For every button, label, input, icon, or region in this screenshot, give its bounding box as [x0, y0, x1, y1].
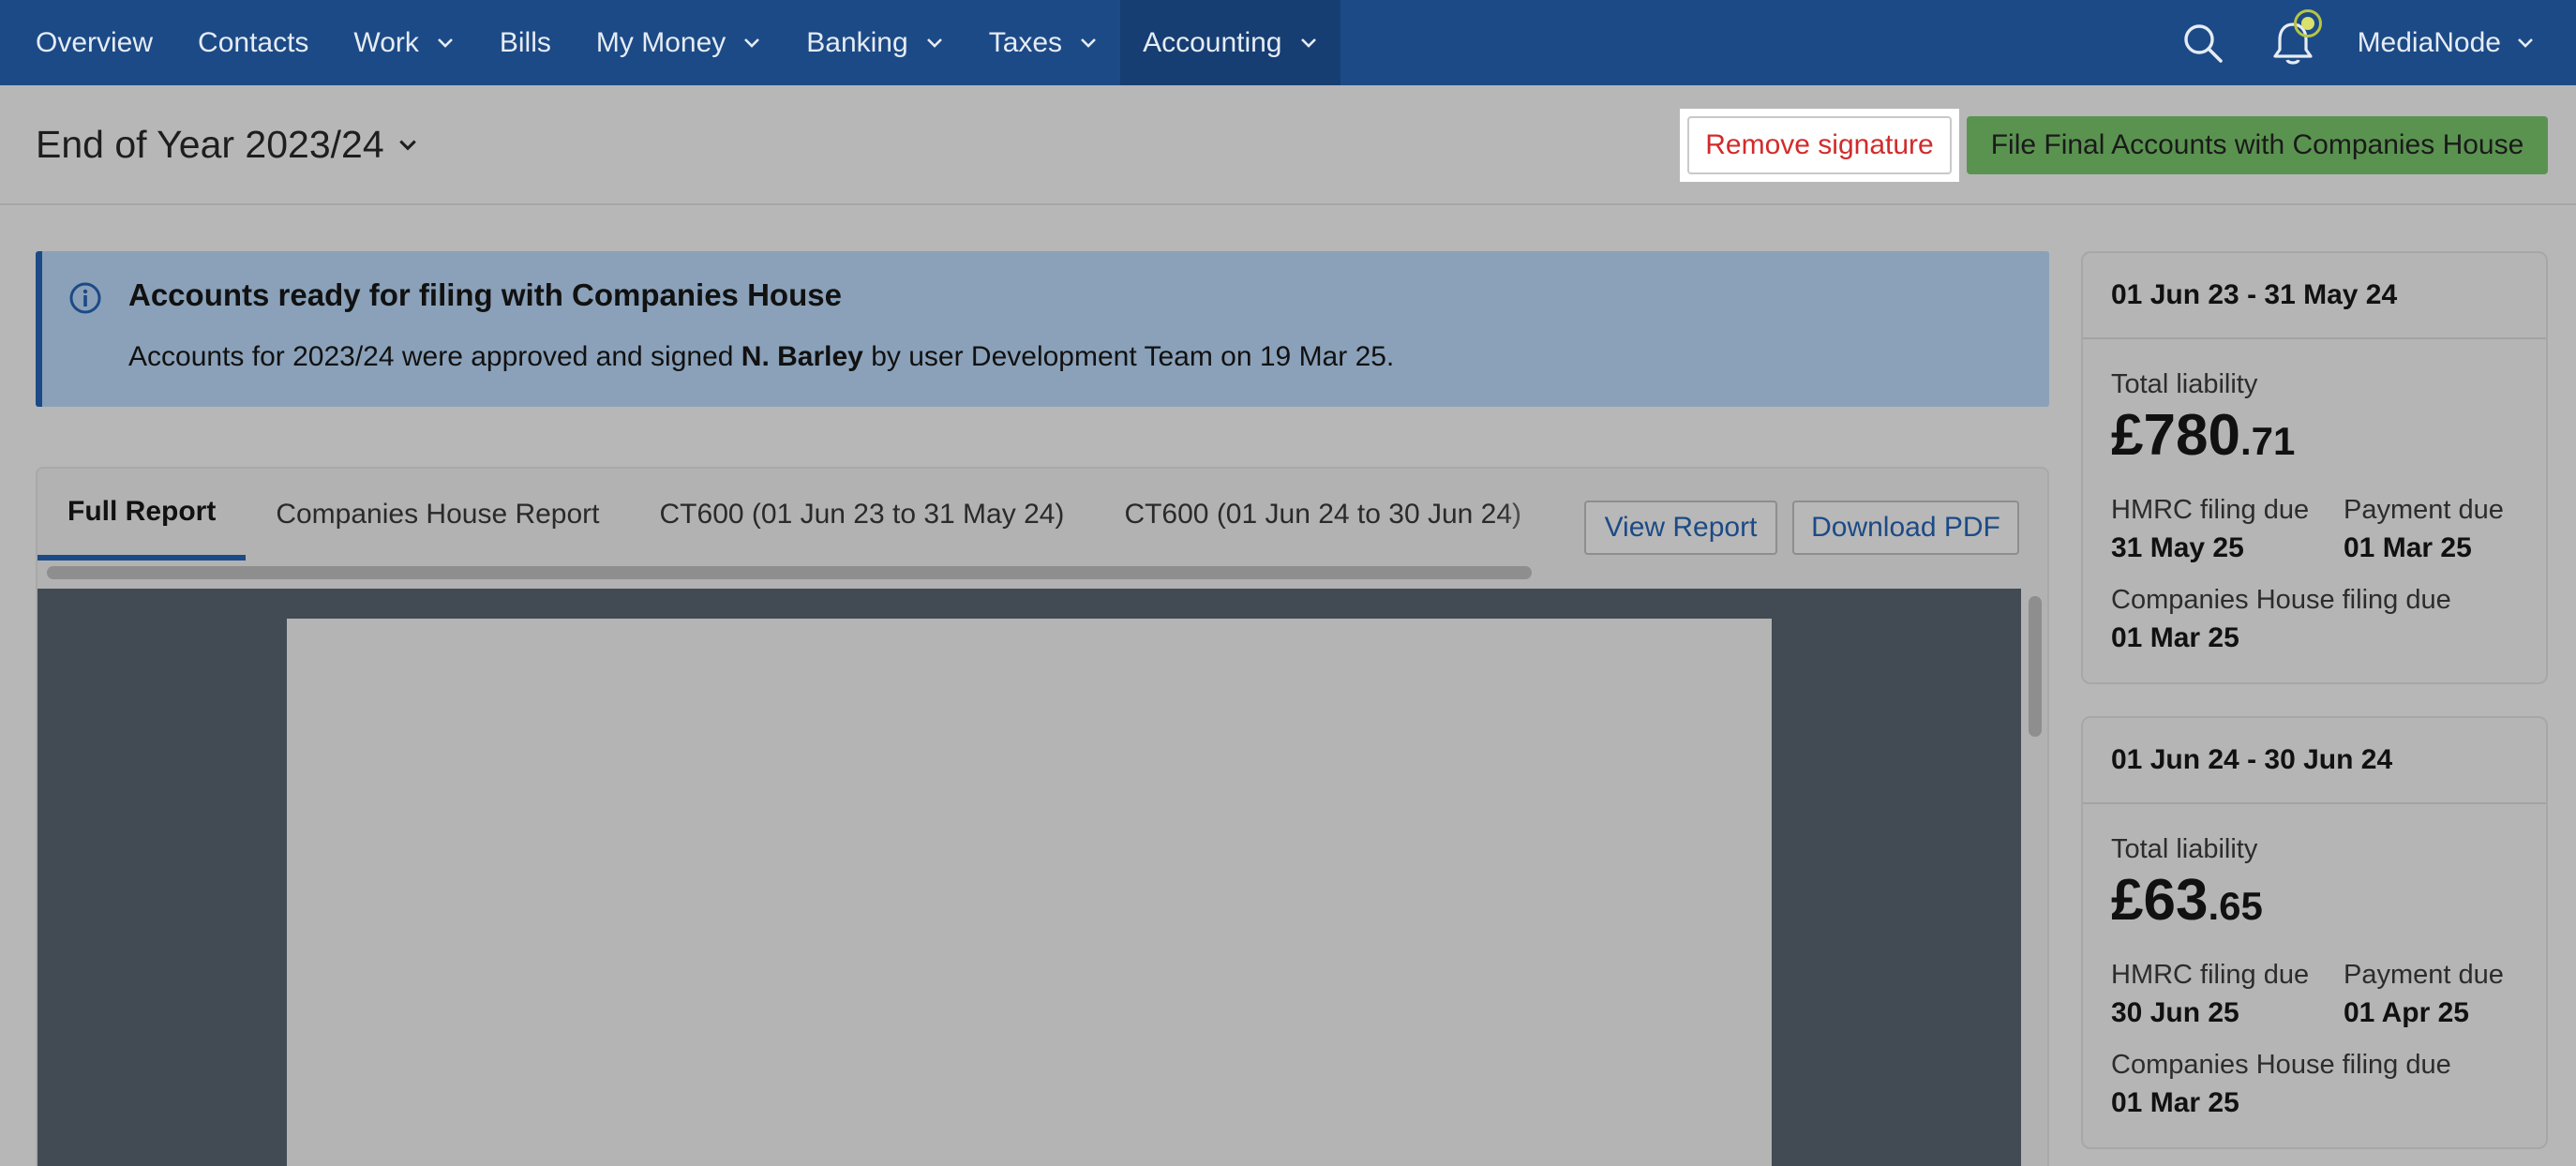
hmrc-filing-label: HMRC filing due: [2111, 960, 2310, 990]
account-menu[interactable]: MediaNode: [2358, 27, 2535, 59]
banner-text-before: Accounts for 2023/24 were approved and s…: [128, 341, 741, 372]
nav-item-overview[interactable]: Overview: [36, 0, 175, 85]
year-selector[interactable]: End of Year 2023/24: [36, 123, 418, 167]
nav-item-banking[interactable]: Banking: [784, 0, 966, 85]
amount-main: £63: [2111, 868, 2209, 933]
top-navigation: Overview Contacts Work Bills My Money Ba…: [0, 0, 2576, 85]
companies-house-filing-value: 01 Mar 25: [2111, 1087, 2239, 1118]
payment-due-value: 01 Apr 25: [2344, 997, 2469, 1028]
banner-title: Accounts ready for filing with Companies…: [128, 277, 842, 312]
report-panel: Full Report Companies House Report CT600…: [36, 467, 2049, 1166]
banner-text-after: by user Development Team on 19 Mar 25.: [862, 341, 1395, 372]
nav-item-label: My Money: [595, 26, 726, 58]
tabs-scrollbar[interactable]: [47, 566, 1532, 579]
payment-due-label: Payment due: [2344, 495, 2504, 525]
chevron-down-icon: [2518, 37, 2533, 48]
chevron-down-icon: [398, 140, 416, 150]
notifications-button[interactable]: [2269, 8, 2322, 67]
file-final-accounts-button[interactable]: File Final Accounts with Companies House: [1967, 116, 2548, 174]
nav-item-label: Bills: [499, 26, 551, 58]
nav-item-label: Overview: [36, 26, 154, 58]
nav-item-accounting[interactable]: Accounting: [1120, 0, 1340, 85]
account-name: MediaNode: [2357, 26, 2501, 58]
amount-pence: .65: [2208, 884, 2263, 928]
nav-item-taxes[interactable]: Taxes: [966, 0, 1120, 85]
nav-items: Overview Contacts Work Bills My Money Ba…: [0, 0, 1340, 85]
tab-ct600-2023-24[interactable]: CT600 (01 Jun 23 to 31 May 24): [630, 469, 1095, 561]
total-liability-amount: £63.65: [2111, 872, 2263, 930]
tabs-fade: [1500, 469, 1575, 562]
companies-house-filing-label: Companies House filing due: [2111, 585, 2451, 615]
banner-signer: N. Barley: [741, 341, 863, 372]
search-icon[interactable]: [2179, 20, 2226, 67]
total-liability-label: Total liability: [2111, 834, 2258, 864]
chevron-down-icon: [1300, 37, 1316, 48]
tab-ct600-2024[interactable]: CT600 (01 Jun 24 to 30 Jun 24): [1094, 469, 1551, 561]
liability-card: 01 Jun 24 - 30 Jun 24 Total liability £6…: [2081, 716, 2548, 1149]
card-period: 01 Jun 23 - 31 May 24: [2083, 253, 2546, 339]
liability-card: 01 Jun 23 - 31 May 24 Total liability £7…: [2081, 251, 2548, 684]
banner-text: Accounts for 2023/24 were approved and s…: [128, 341, 1394, 373]
notification-badge-icon: [2293, 8, 2322, 37]
hmrc-filing-value: 30 Jun 25: [2111, 997, 2239, 1028]
nav-item-label: Work: [353, 26, 419, 58]
nav-item-label: Banking: [806, 26, 908, 58]
nav-right: MediaNode: [2179, 0, 2576, 85]
download-pdf-button[interactable]: Download PDF: [1792, 501, 2019, 555]
payment-due-label: Payment due: [2344, 960, 2504, 990]
document-page: [287, 619, 1772, 1166]
info-banner: Accounts ready for filing with Companies…: [36, 251, 2049, 407]
nav-item-work[interactable]: Work: [331, 0, 476, 85]
companies-house-filing-value: 01 Mar 25: [2111, 622, 2239, 653]
nav-item-label: Accounting: [1143, 26, 1282, 58]
info-icon: [69, 282, 101, 314]
page-title: End of Year 2023/24: [36, 123, 384, 166]
payment-due-value: 01 Mar 25: [2344, 532, 2472, 563]
chevron-down-icon: [926, 37, 942, 48]
remove-signature-button[interactable]: Remove signature: [1687, 116, 1952, 174]
viewer-scrollbar-thumb[interactable]: [2029, 596, 2042, 737]
nav-item-bills[interactable]: Bills: [477, 0, 574, 85]
viewer-scrollbar: [2023, 589, 2047, 1166]
report-tabs-row: Full Report Companies House Report CT600…: [37, 469, 2047, 562]
tab-companies-house-report[interactable]: Companies House Report: [246, 469, 629, 561]
total-liability-label: Total liability: [2111, 369, 2258, 399]
total-liability-amount: £780.71: [2111, 407, 2295, 465]
card-period: 01 Jun 24 - 30 Jun 24: [2083, 718, 2546, 804]
amount-main: £780: [2111, 403, 2240, 468]
nav-item-label: Taxes: [988, 26, 1063, 58]
chevron-down-icon: [1081, 37, 1096, 48]
chevron-down-icon: [744, 37, 760, 48]
companies-house-filing-label: Companies House filing due: [2111, 1050, 2451, 1080]
nav-item-contacts[interactable]: Contacts: [175, 0, 331, 85]
hmrc-filing-value: 31 May 25: [2111, 532, 2244, 563]
amount-pence: .71: [2239, 419, 2296, 463]
tab-full-report[interactable]: Full Report: [37, 469, 247, 561]
nav-item-label: Contacts: [198, 26, 309, 58]
report-tabs: Full Report Companies House Report CT600…: [37, 469, 1556, 562]
nav-item-my-money[interactable]: My Money: [574, 0, 784, 85]
report-viewer: [37, 589, 2021, 1166]
hmrc-filing-label: HMRC filing due: [2111, 495, 2310, 525]
view-report-button[interactable]: View Report: [1584, 501, 1777, 555]
chevron-down-icon: [437, 37, 453, 48]
